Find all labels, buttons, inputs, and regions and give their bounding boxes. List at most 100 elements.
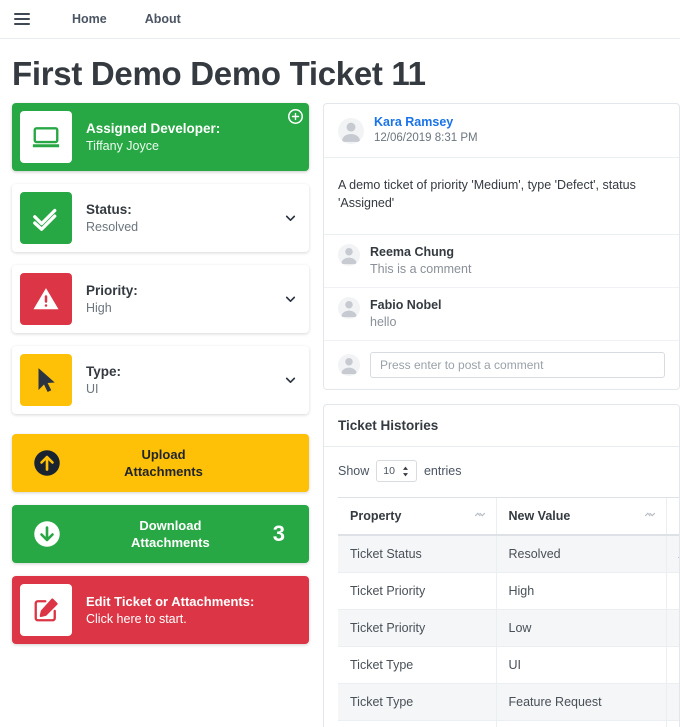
- arrow-up-circle-icon: [26, 442, 68, 484]
- card-label: Assigned Developer:: [86, 120, 221, 136]
- column-label: Property: [350, 509, 402, 523]
- description-meta: Kara Ramsey 12/06/2019 8:31 PM: [374, 115, 478, 146]
- user-avatar-icon: [338, 297, 360, 319]
- cell-property: Ticket Type: [338, 646, 496, 684]
- comment-input[interactable]: [370, 352, 665, 378]
- cell-property: Ticket Status: [338, 720, 496, 727]
- ticket-description-body: A demo ticket of priority 'Medium', type…: [324, 158, 679, 235]
- plus-circle-icon[interactable]: [288, 109, 303, 124]
- description-timestamp: 12/06/2019 8:31 PM: [374, 132, 478, 144]
- download-label: Download Attachments: [68, 517, 273, 551]
- table-row: Ticket Priority Low Medium: [338, 609, 679, 647]
- entries-select[interactable]: 10: [376, 460, 417, 482]
- comment-author: Fabio Nobel: [370, 298, 442, 312]
- cell-new-value: Resolved: [495, 535, 666, 573]
- edit-subtitle: Click here to start.: [86, 611, 187, 626]
- user-avatar-icon: [338, 354, 360, 376]
- cell-new-value: High: [495, 572, 666, 610]
- cell-old-value: Low: [665, 572, 679, 610]
- table-head: Property New Value: [338, 497, 679, 536]
- histories-body: Show 10 entries Property New Value Ticke…: [324, 447, 679, 727]
- cell-property: Ticket Status: [338, 535, 496, 573]
- main-layout: Assigned Developer: Tiffany Joyce Status…: [0, 103, 680, 727]
- column-header-property[interactable]: Property: [338, 497, 496, 536]
- comment-list-item: Reema Chung This is a comment: [324, 235, 679, 288]
- cursor-arrow-icon: [20, 354, 72, 406]
- card-value: UI: [86, 381, 99, 396]
- cell-old-value: Defect: [665, 683, 679, 721]
- cell-property: Ticket Type: [338, 683, 496, 721]
- user-avatar-icon: [338, 244, 360, 266]
- download-attachments-button[interactable]: Download Attachments 3: [12, 505, 309, 563]
- comment-text: hello: [370, 315, 397, 329]
- histories-table: Property New Value Ticket Status Resolve…: [338, 497, 679, 727]
- card-text: Assigned Developer: Tiffany Joyce: [72, 120, 220, 155]
- edit-ticket-button[interactable]: Edit Ticket or Attachments: Click here t…: [12, 576, 309, 644]
- show-entries-control: Show 10 entries: [338, 460, 665, 482]
- card-value: Tiffany Joyce: [86, 138, 159, 153]
- card-text: Type: UI: [72, 363, 121, 398]
- card-text: Status: Resolved: [72, 201, 138, 236]
- comment-author: Reema Chung: [370, 245, 455, 259]
- table-row: Ticket Type UI Feature Request: [338, 646, 679, 684]
- column-header-old-value[interactable]: Old Value: [665, 497, 679, 536]
- cell-new-value: Assigned: [495, 720, 666, 727]
- sort-icon[interactable]: [644, 509, 656, 524]
- description-header: Kara Ramsey 12/06/2019 8:31 PM: [324, 104, 679, 158]
- chevron-down-icon[interactable]: [284, 374, 297, 387]
- entries-label: entries: [423, 464, 462, 478]
- arrow-down-circle-icon: [26, 513, 68, 555]
- comment-content: Reema Chung This is a comment: [370, 244, 471, 278]
- cell-property: Ticket Priority: [338, 572, 496, 610]
- user-avatar-icon: [338, 117, 364, 144]
- table-row: Ticket Type Feature Request Defect: [338, 683, 679, 721]
- ticket-histories-panel: Ticket Histories Show 10 entries Propert…: [323, 404, 680, 727]
- card-status[interactable]: Status: Resolved: [12, 184, 309, 252]
- card-label: Priority:: [86, 282, 138, 298]
- nav-link-about[interactable]: About: [131, 6, 195, 32]
- description-author[interactable]: Kara Ramsey: [374, 115, 478, 130]
- top-navbar: Home About: [0, 0, 680, 39]
- column-label: New Value: [508, 509, 571, 523]
- upload-attachments-button[interactable]: Upload Attachments: [12, 434, 309, 492]
- card-label: Type:: [86, 363, 122, 379]
- page-title: First Demo Demo Ticket 11: [12, 55, 426, 92]
- show-label: Show: [338, 464, 370, 478]
- comment-list-item: Fabio Nobel hello: [324, 288, 679, 341]
- hamburger-icon[interactable]: [14, 8, 36, 30]
- sort-icon[interactable]: [474, 509, 486, 524]
- table-row: Ticket Status Assigned Resolved: [338, 720, 679, 727]
- upload-line-2: Attachments: [124, 464, 203, 479]
- cell-old-value: Assigned: [665, 535, 679, 573]
- table-body: Ticket Status Resolved Assigned Ticket P…: [338, 535, 679, 727]
- card-assigned-developer[interactable]: Assigned Developer: Tiffany Joyce: [12, 103, 309, 171]
- cell-old-value: Resolved: [665, 720, 679, 727]
- edit-pencil-icon: [20, 584, 72, 636]
- cell-old-value: Medium: [665, 609, 679, 647]
- upload-label: Upload Attachments: [68, 446, 259, 480]
- nav-link-home[interactable]: Home: [58, 6, 121, 32]
- left-column: Assigned Developer: Tiffany Joyce Status…: [12, 103, 309, 657]
- card-priority[interactable]: Priority: High: [12, 265, 309, 333]
- comment-form: [324, 341, 679, 389]
- download-line-2: Attachments: [131, 535, 210, 550]
- double-check-icon: [20, 192, 72, 244]
- histories-title: Ticket Histories: [324, 405, 679, 447]
- card-label: Status:: [86, 201, 132, 217]
- ticket-description-panel: Kara Ramsey 12/06/2019 8:31 PM A demo ti…: [323, 103, 680, 390]
- card-value: High: [86, 300, 112, 315]
- edit-text: Edit Ticket or Attachments: Click here t…: [72, 593, 254, 628]
- table-row: Ticket Status Resolved Assigned: [338, 535, 679, 573]
- chevron-down-icon[interactable]: [284, 212, 297, 225]
- card-value: Resolved: [86, 219, 139, 234]
- comment-text: This is a comment: [370, 262, 472, 276]
- comment-content: Fabio Nobel hello: [370, 297, 442, 331]
- warning-triangle-icon: [20, 273, 72, 325]
- column-header-new-value[interactable]: New Value: [495, 497, 666, 536]
- chevron-down-icon[interactable]: [284, 293, 297, 306]
- right-column: Kara Ramsey 12/06/2019 8:31 PM A demo ti…: [323, 103, 680, 727]
- entries-value: 10: [383, 465, 395, 477]
- cell-new-value: UI: [495, 646, 666, 684]
- card-type[interactable]: Type: UI: [12, 346, 309, 414]
- cell-new-value: Low: [495, 609, 666, 647]
